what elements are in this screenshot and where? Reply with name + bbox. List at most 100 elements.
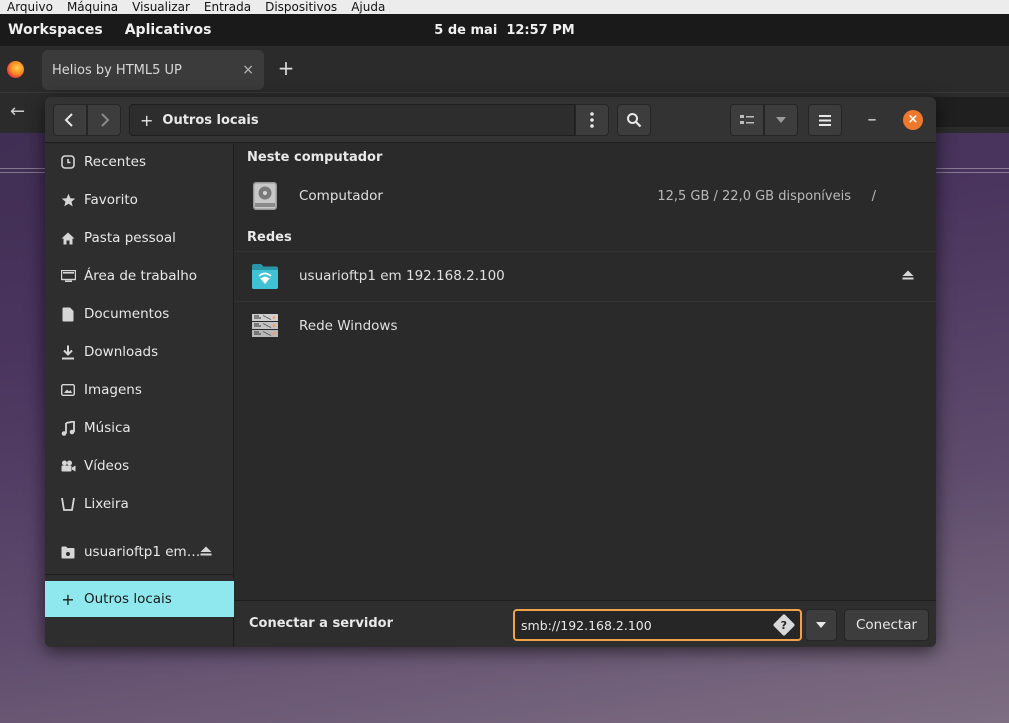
view-mode-button[interactable] bbox=[730, 104, 764, 136]
path-bar-current[interactable]: + Outros locais bbox=[129, 104, 575, 136]
sidebar-item-label: Música bbox=[84, 420, 131, 436]
connect-to-server-bar: Conectar a servidor ? Conectar bbox=[235, 600, 936, 647]
kebab-menu-icon bbox=[590, 112, 594, 128]
location-name: Rede Windows bbox=[299, 318, 398, 334]
trash-icon bbox=[60, 496, 76, 512]
dialog-header: + Outros locais – × bbox=[45, 97, 936, 143]
path-label: Outros locais bbox=[162, 112, 259, 128]
image-icon bbox=[60, 382, 76, 398]
help-glyph: ? bbox=[780, 618, 788, 632]
vm-menu-arquivo[interactable]: Arquivo bbox=[0, 0, 60, 14]
browser-tab-title: Helios by HTML5 UP bbox=[52, 62, 182, 78]
section-title-computer: Neste computador bbox=[247, 150, 383, 165]
panel-date: 5 de mai bbox=[434, 22, 498, 38]
star-icon bbox=[60, 192, 76, 208]
firefox-icon[interactable] bbox=[7, 61, 24, 78]
other-locations-view: Neste computador Computador 12,5 GB / 22… bbox=[235, 144, 936, 600]
sidebar-item-label: Outros locais bbox=[84, 591, 172, 607]
sidebar-item-documentos[interactable]: Documentos bbox=[45, 296, 234, 332]
sidebar-item-imagens[interactable]: Imagens bbox=[45, 372, 234, 408]
top-panel: 5 de mai 12:57 PM Workspaces Aplicativos bbox=[0, 14, 1009, 46]
section-title-networks: Redes bbox=[247, 230, 292, 245]
sidebar-item-pasta-pessoal[interactable]: Pasta pessoal bbox=[45, 220, 234, 256]
places-sidebar: Recentes Favorito Pasta pessoal Área de … bbox=[45, 144, 234, 647]
search-icon bbox=[627, 113, 642, 128]
recent-servers-dropdown[interactable] bbox=[805, 609, 837, 641]
chevron-left-icon bbox=[64, 113, 73, 127]
sidebar-item-videos[interactable]: Vídeos bbox=[45, 448, 234, 484]
back-button[interactable] bbox=[53, 104, 87, 136]
sidebar-item-network-mount[interactable]: usuarioftp1 em… bbox=[45, 534, 234, 570]
panel-time: 12:57 PM bbox=[506, 22, 575, 38]
vm-menubar: Arquivo Máquina Visualizar Entrada Dispo… bbox=[0, 0, 1009, 14]
sidebar-item-label: Imagens bbox=[84, 382, 142, 398]
eject-icon[interactable] bbox=[902, 269, 914, 284]
connect-button[interactable]: Conectar bbox=[844, 609, 929, 641]
location-row-rede-windows[interactable]: Rede Windows bbox=[235, 301, 936, 351]
vm-menu-entrada[interactable]: Entrada bbox=[197, 0, 258, 14]
server-address-input[interactable] bbox=[513, 609, 802, 641]
plus-icon: + bbox=[140, 110, 154, 130]
download-icon bbox=[60, 344, 76, 360]
view-options-dropdown[interactable] bbox=[764, 104, 798, 136]
sidebar-item-favorito[interactable]: Favorito bbox=[45, 182, 234, 218]
vm-menu-dispositivos[interactable]: Dispositivos bbox=[258, 0, 344, 14]
location-name: usuarioftp1 em 192.168.2.100 bbox=[299, 268, 505, 284]
home-icon bbox=[60, 230, 76, 246]
location-name: Computador bbox=[299, 188, 383, 204]
vm-menu-visualizar[interactable]: Visualizar bbox=[125, 0, 197, 14]
hamburger-icon bbox=[819, 114, 831, 126]
applications-button[interactable]: Aplicativos bbox=[117, 22, 220, 38]
document-icon bbox=[60, 306, 76, 322]
location-row-ftp-mount[interactable]: usuarioftp1 em 192.168.2.100 bbox=[235, 251, 936, 301]
chevron-down-icon bbox=[816, 622, 826, 628]
close-button[interactable]: × bbox=[903, 110, 923, 130]
browser-url-bar[interactable] bbox=[930, 97, 1009, 127]
sidebar-item-downloads[interactable]: Downloads bbox=[45, 334, 234, 370]
disk-space-info: 12,5 GB / 22,0 GB disponíveis bbox=[657, 188, 851, 204]
music-icon bbox=[60, 420, 76, 436]
vm-menu-ajuda[interactable]: Ajuda bbox=[344, 0, 392, 14]
file-chooser-dialog: + Outros locais – × Recentes Favorito Pa… bbox=[45, 97, 936, 647]
sidebar-item-musica[interactable]: Música bbox=[45, 410, 234, 446]
sidebar-item-label: Vídeos bbox=[84, 458, 130, 474]
forward-button[interactable] bbox=[87, 104, 121, 136]
desktop-icon bbox=[60, 268, 76, 284]
clock-icon bbox=[60, 154, 76, 170]
sidebar-item-label: Pasta pessoal bbox=[84, 230, 176, 246]
vm-menu-maquina[interactable]: Máquina bbox=[60, 0, 125, 14]
search-button[interactable] bbox=[617, 104, 651, 136]
connect-to-server-label: Conectar a servidor bbox=[249, 616, 394, 631]
sidebar-item-outros-locais[interactable]: + Outros locais bbox=[45, 581, 234, 617]
main-menu-button[interactable] bbox=[808, 104, 842, 136]
sidebar-item-recentes[interactable]: Recentes bbox=[45, 144, 234, 180]
network-folder-icon bbox=[60, 544, 76, 560]
sidebar-item-area-de-trabalho[interactable]: Área de trabalho bbox=[45, 258, 234, 294]
new-tab-button[interactable]: + bbox=[276, 58, 296, 78]
minimize-button[interactable]: – bbox=[865, 111, 879, 129]
workspaces-button[interactable]: Workspaces bbox=[0, 22, 111, 38]
list-view-icon bbox=[740, 115, 754, 124]
sidebar-item-label: Recentes bbox=[84, 154, 146, 170]
sidebar-item-lixeira[interactable]: Lixeira bbox=[45, 486, 234, 522]
plus-icon: + bbox=[61, 589, 75, 609]
more-options-button[interactable] bbox=[575, 104, 609, 136]
network-folder-icon bbox=[252, 264, 278, 289]
mount-path: / bbox=[871, 188, 876, 204]
chevron-down-icon bbox=[776, 117, 786, 123]
hard-drive-icon bbox=[253, 182, 277, 210]
tab-close-icon[interactable]: × bbox=[242, 62, 254, 78]
sidebar-item-label: Lixeira bbox=[84, 496, 129, 512]
browser-tab[interactable]: Helios by HTML5 UP × bbox=[42, 50, 264, 90]
sidebar-item-label: Documentos bbox=[84, 306, 170, 322]
location-row-computador[interactable]: Computador 12,5 GB / 22,0 GB disponíveis… bbox=[235, 171, 936, 221]
browser-back-icon[interactable]: ← bbox=[10, 101, 25, 122]
browser-tab-strip: Helios by HTML5 UP × + bbox=[0, 46, 1009, 93]
sidebar-separator bbox=[45, 574, 234, 575]
sidebar-item-label: Downloads bbox=[84, 344, 159, 360]
sidebar-item-label: Favorito bbox=[84, 192, 138, 208]
eject-icon[interactable] bbox=[200, 544, 212, 560]
video-icon bbox=[60, 458, 76, 474]
chevron-right-icon bbox=[101, 113, 110, 127]
server-icon bbox=[252, 314, 278, 337]
